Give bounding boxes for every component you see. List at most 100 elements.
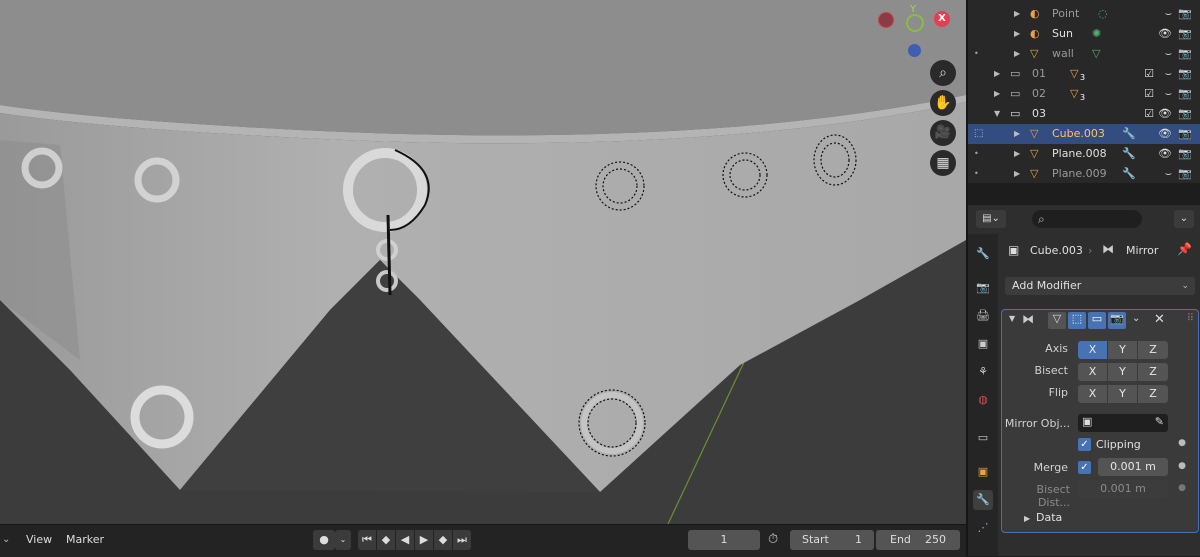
play-icon[interactable]: ▶ [415,530,433,550]
edit-mode-icon[interactable]: ⬚ [974,124,983,144]
collapse-arrow-icon[interactable]: ▼ [994,104,1000,124]
particles-tab-icon[interactable]: ⋰ [973,518,993,538]
prev-keyframe-icon[interactable]: ◆ [377,530,395,550]
hidden-eye-icon[interactable]: ⌣ [1165,64,1172,84]
hidden-eye-icon[interactable]: ⌣ [1165,84,1172,104]
expand-arrow-icon[interactable]: ▶ [1014,44,1020,64]
hidden-eye-icon[interactable]: ⌣ [1165,164,1172,183]
visibility-eye-icon[interactable]: 👁 [1158,144,1172,164]
outliner-row-plane-008[interactable]: • ▶ ▽ Plane.008 🔧 👁 📷 [968,144,1200,164]
bisect-distance-field[interactable]: 0.001 m [1078,480,1168,498]
ortho-grid-icon[interactable]: ▦ [930,150,956,176]
visibility-eye-icon[interactable]: 👁 [1158,104,1172,124]
search-field[interactable]: ⌕ [1032,210,1142,228]
expand-arrow-icon[interactable]: ▶ [1014,24,1020,44]
render-toggle-icon[interactable]: 📷 [1108,312,1126,329]
keyframe-record-button[interactable]: ● [313,530,335,550]
expand-arrow-icon[interactable]: ▶ [994,64,1000,84]
modifier-menu-chevron-icon[interactable]: ⌄ [1132,313,1140,324]
edit-cage-toggle-icon[interactable]: ▽ [1048,312,1066,329]
render-tab-icon[interactable]: 📷 [973,278,993,298]
flip-z-button[interactable]: Z [1138,385,1168,403]
view-layer-tab-icon[interactable]: ▣ [973,334,993,354]
expand-arrow-icon[interactable]: ▶ [1014,144,1020,164]
gizmo-y-axis[interactable] [906,14,924,32]
render-camera-icon[interactable]: 📷 [1178,164,1192,183]
render-camera-icon[interactable]: 📷 [1178,24,1192,44]
pan-hand-icon[interactable]: ✋ [930,90,956,116]
checkbox-icon[interactable]: ☑ [1144,84,1154,104]
keyframe-dot-icon[interactable]: ● [1178,461,1186,471]
outliner-row-sun[interactable]: ▶ ◐ Sun ✺ 👁 📷 [968,24,1200,44]
axis-x-button[interactable]: X [1078,341,1107,359]
zoom-icon[interactable]: ⌕ [930,60,956,86]
expand-arrow-icon[interactable]: ▶ [1014,164,1020,183]
eyedropper-icon[interactable]: ✎ [1155,415,1164,428]
visibility-eye-icon[interactable]: 👁 [1158,124,1172,144]
3d-viewport[interactable]: Y X ⌕ ✋ 🎥 ▦ [0,0,966,524]
edit-mode-toggle-icon[interactable]: ⬚ [1068,312,1086,329]
menu-marker[interactable]: Marker [66,531,104,549]
bisect-y-button[interactable]: Y [1108,363,1137,381]
end-frame-field[interactable]: End 250 [876,530,960,550]
next-keyframe-icon[interactable]: ◆ [434,530,452,550]
bisect-z-button[interactable]: Z [1138,363,1168,381]
play-reverse-icon[interactable]: ◀ [396,530,414,550]
merge-checkbox[interactable]: ✓ [1078,461,1091,474]
checkbox-icon[interactable]: ☑ [1144,104,1154,124]
menu-view[interactable]: View [26,531,52,549]
pin-icon[interactable]: 📌 [1177,242,1192,256]
axis-y-button[interactable]: Y [1108,341,1137,359]
outliner-row-collection-03[interactable]: ▼ ▭ 03 ☑ 👁 📷 [968,104,1200,124]
current-frame-field[interactable]: 1 [688,530,760,550]
area-separator[interactable] [968,183,1200,205]
editor-type-icon[interactable]: ⌄ [2,531,12,549]
keyframe-dot-icon[interactable]: ● [1178,438,1186,448]
bisect-x-button[interactable]: X [1078,363,1107,381]
outliner-row-plane-009[interactable]: • ▶ ▽ Plane.009 🔧 ⌣ 📷 [968,164,1200,183]
search-input[interactable] [1054,211,1140,227]
data-expand-arrow-icon[interactable]: ▶ [1024,514,1030,523]
render-camera-icon[interactable]: 📷 [1178,144,1192,164]
modifier-tab-icon[interactable]: 🔧 [973,490,993,510]
panel-collapse-arrow-icon[interactable]: ▼ [1009,314,1015,323]
outliner-row-cube-003[interactable]: ⬚ ▶ ▽ Cube.003 🔧 👁 📷 [968,124,1200,144]
render-camera-icon[interactable]: 📷 [1178,84,1192,104]
outliner-row-collection-02[interactable]: ▶ ▭ 02 ▽ 3 ☑ ⌣ 📷 [968,84,1200,104]
add-modifier-dropdown[interactable]: Add Modifier ⌄ [1005,277,1195,295]
jump-start-icon[interactable]: ⏮ [358,530,376,550]
expand-arrow-icon[interactable]: ▶ [1014,124,1020,144]
flip-x-button[interactable]: X [1078,385,1107,403]
start-frame-field[interactable]: Start 1 [790,530,874,550]
jump-end-icon[interactable]: ⏭ [453,530,471,550]
gizmo-x-negative[interactable] [878,12,894,28]
render-camera-icon[interactable]: 📷 [1178,104,1192,124]
outliner-row-wall[interactable]: • ▶ ▽ wall ▽ ⌣ 📷 [968,44,1200,64]
render-camera-icon[interactable]: 📷 [1178,64,1192,84]
remove-modifier-icon[interactable]: ✕ [1154,312,1165,327]
editor-type-dropdown[interactable]: ▤⌄ [976,210,1006,228]
axis-z-button[interactable]: Z [1138,341,1168,359]
outliner-row-point[interactable]: ▶ ◐ Point ◌ ⌣ 📷 [968,4,1200,24]
hidden-eye-icon[interactable]: ⌣ [1165,44,1172,64]
nav-gizmo[interactable]: Y X [870,2,960,62]
outliner-row-collection-01[interactable]: ▶ ▭ 01 ▽ 3 ☑ ⌣ 📷 [968,64,1200,84]
collection-tab-icon[interactable]: ▭ [973,428,993,448]
render-camera-icon[interactable]: 📷 [1178,44,1192,64]
outliner[interactable]: ▶ ◐ Point ◌ ⌣ 📷 ▶ ◐ Sun ✺ 👁 📷 • ▶ ▽ wall… [968,0,1200,183]
stopwatch-icon[interactable]: ⏱ [768,530,786,550]
visibility-eye-icon[interactable]: 👁 [1158,24,1172,44]
gizmo-z-negative[interactable] [908,44,921,57]
expand-arrow-icon[interactable]: ▶ [1014,4,1020,24]
tool-tab-icon[interactable]: 🔧 [973,244,993,264]
options-dropdown[interactable]: ⌄ [1174,210,1194,228]
scene-tab-icon[interactable]: ⚘ [973,362,993,382]
data-subpanel-label[interactable]: Data [1036,511,1062,524]
camera-view-icon[interactable]: 🎥 [930,120,956,146]
expand-arrow-icon[interactable]: ▶ [994,84,1000,104]
checkbox-icon[interactable]: ☑ [1144,64,1154,84]
keying-dropdown[interactable]: ⌄ [335,530,351,550]
merge-distance-field[interactable]: 0.001 m [1098,458,1168,476]
drag-handle-icon[interactable]: ⠿ [1187,313,1194,324]
output-tab-icon[interactable]: 🖨 [973,306,993,326]
